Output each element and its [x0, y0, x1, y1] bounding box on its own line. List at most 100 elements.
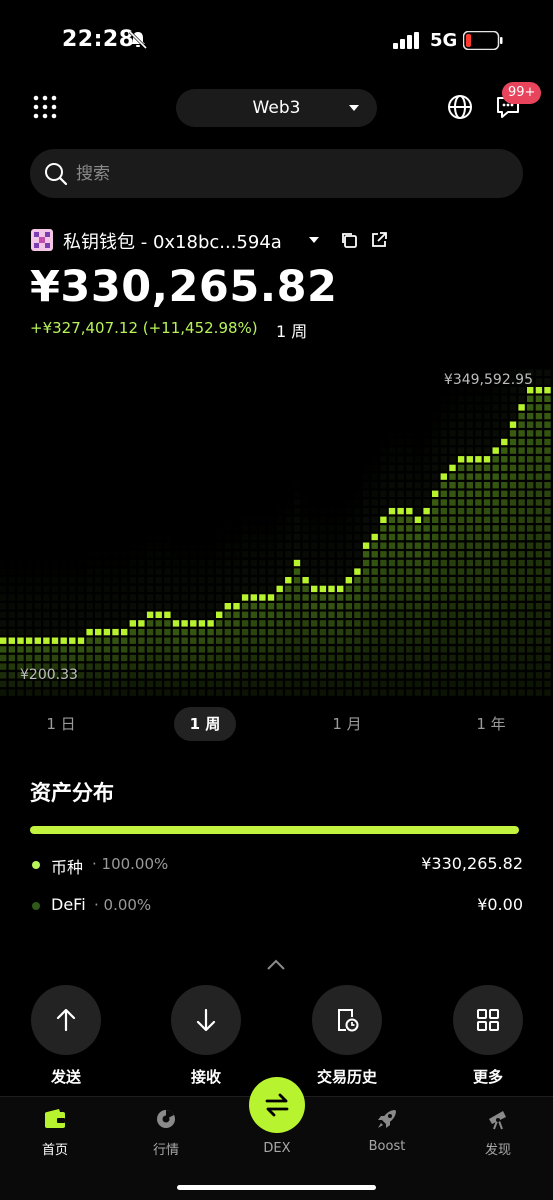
search-bar[interactable]: [30, 149, 523, 198]
wallet-name[interactable]: 私钥钱包 - 0x18bc...594a: [63, 228, 282, 254]
chart-grid-cell: [207, 568, 214, 575]
chart-grid-cell: [103, 620, 111, 627]
chart-grid-cell: [423, 473, 430, 480]
chart-area-cell: [432, 516, 439, 523]
network-selector[interactable]: Web3: [176, 89, 377, 127]
receive-circle[interactable]: [171, 985, 241, 1055]
chart-grid-cell: [8, 620, 15, 627]
chart-area-cell: [535, 456, 543, 463]
chart-area-cell: [380, 628, 387, 636]
chart-area-cell: [492, 551, 499, 558]
tab-1-day[interactable]: 1 日: [30, 707, 92, 741]
chart-area-cell: [328, 594, 335, 601]
chart-grid-cell: [285, 525, 292, 532]
globe-icon[interactable]: [446, 93, 474, 121]
chart-area-cell: [311, 672, 318, 679]
chart-area-cell: [371, 646, 378, 653]
chart-grid-cell: [129, 551, 136, 558]
chart-area-cell: [267, 603, 275, 610]
chart-area-cell: [397, 585, 404, 593]
chart-area-cell: [250, 637, 257, 644]
chart-area-cell: [414, 689, 422, 696]
chart-grid-cell: [17, 620, 24, 627]
chart-grid-cell: [25, 611, 33, 618]
more-circle[interactable]: [453, 985, 523, 1055]
external-link-icon[interactable]: [370, 231, 388, 249]
history-button[interactable]: 交易历史: [292, 985, 402, 1087]
chart-line-point: [319, 585, 327, 593]
chart-area-cell: [345, 654, 352, 662]
chart-area-cell: [250, 654, 257, 662]
chart-area-cell: [259, 689, 266, 696]
chart-area-cell: [34, 654, 41, 662]
notification-badge: 99+: [502, 82, 542, 104]
nav-discover[interactable]: 发现: [463, 1107, 533, 1158]
asset-color-dot: [32, 861, 40, 869]
chart-line-point: [362, 542, 370, 549]
chart-area-cell: [423, 594, 430, 601]
chart-area-cell: [483, 672, 491, 679]
asset-percent: · 100.00%: [92, 855, 169, 873]
chart-grid-cell: [311, 568, 318, 575]
chart-area-cell: [518, 637, 525, 644]
chart-grid-cell: [112, 577, 119, 584]
tab-1-year[interactable]: 1 年: [460, 707, 522, 741]
chart-area-cell: [518, 577, 525, 584]
nav-boost[interactable]: Boost: [352, 1107, 422, 1154]
asset-row-tokens[interactable]: 币种 · 100.00% ¥330,265.82: [30, 853, 523, 877]
chart-area-cell: [302, 585, 309, 593]
chart-grid-cell: [259, 542, 266, 549]
chart-grid-cell: [8, 628, 15, 636]
chart-grid-cell: [432, 438, 439, 446]
tab-1-month[interactable]: 1 月: [316, 707, 378, 741]
apps-menu-icon[interactable]: [32, 94, 58, 120]
chart-grid-cell: [198, 577, 206, 584]
chevron-up-icon[interactable]: [266, 958, 286, 972]
chart-grid-cell: [354, 499, 361, 506]
chart-grid-cell: [406, 438, 413, 446]
chart-grid-cell: [69, 568, 76, 575]
tab-1-week[interactable]: 1 周: [174, 707, 236, 741]
chart-area-cell: [250, 603, 257, 610]
nav-market[interactable]: 行情: [131, 1107, 201, 1158]
chart-area-cell: [501, 516, 508, 523]
chart-grid-cell: [380, 499, 387, 506]
dex-button[interactable]: [249, 1077, 305, 1133]
chart-area-cell: [527, 404, 534, 411]
chart-area-cell: [501, 525, 508, 532]
chart-area-cell: [146, 663, 154, 670]
chart-area-cell: [509, 689, 517, 696]
chart-area-cell: [544, 603, 551, 610]
nav-discover-label: 发现: [484, 1143, 511, 1158]
history-circle[interactable]: [312, 985, 382, 1055]
chart-area-cell: [293, 672, 301, 679]
send-circle[interactable]: [31, 985, 101, 1055]
chart-grid-cell: [17, 560, 23, 566]
chart-area-cell: [509, 637, 517, 644]
chart-area-cell: [354, 628, 361, 636]
portfolio-chart[interactable]: [0, 368, 553, 698]
chart-grid-cell: [319, 559, 327, 567]
receive-button[interactable]: 接收: [151, 985, 261, 1087]
chart-area-cell: [285, 620, 292, 627]
chart-grid-cell: [492, 421, 499, 428]
copy-icon[interactable]: [340, 231, 358, 249]
chart-area-cell: [492, 525, 499, 532]
chart-area-cell: [293, 663, 301, 670]
asset-row-defi[interactable]: DeFi · 0.00% ¥0.00: [30, 894, 523, 918]
wallet-chevron-down-icon[interactable]: [309, 237, 319, 243]
more-button[interactable]: 更多: [433, 985, 543, 1087]
chart-area-cell: [544, 438, 551, 446]
chart-grid-cell: [69, 577, 76, 584]
search-input[interactable]: [76, 149, 496, 198]
chart-grid-cell: [259, 533, 266, 541]
chart-area-cell: [509, 430, 517, 437]
chart-area-cell: [466, 680, 473, 688]
chart-area-cell: [241, 637, 249, 644]
chart-grid-cell: [155, 551, 162, 558]
chart-area-cell: [527, 516, 534, 523]
send-button[interactable]: 发送: [11, 985, 121, 1087]
chart-grid-cell: [69, 628, 76, 636]
nav-home[interactable]: 首页: [20, 1107, 90, 1158]
chart-area-cell: [337, 628, 344, 636]
